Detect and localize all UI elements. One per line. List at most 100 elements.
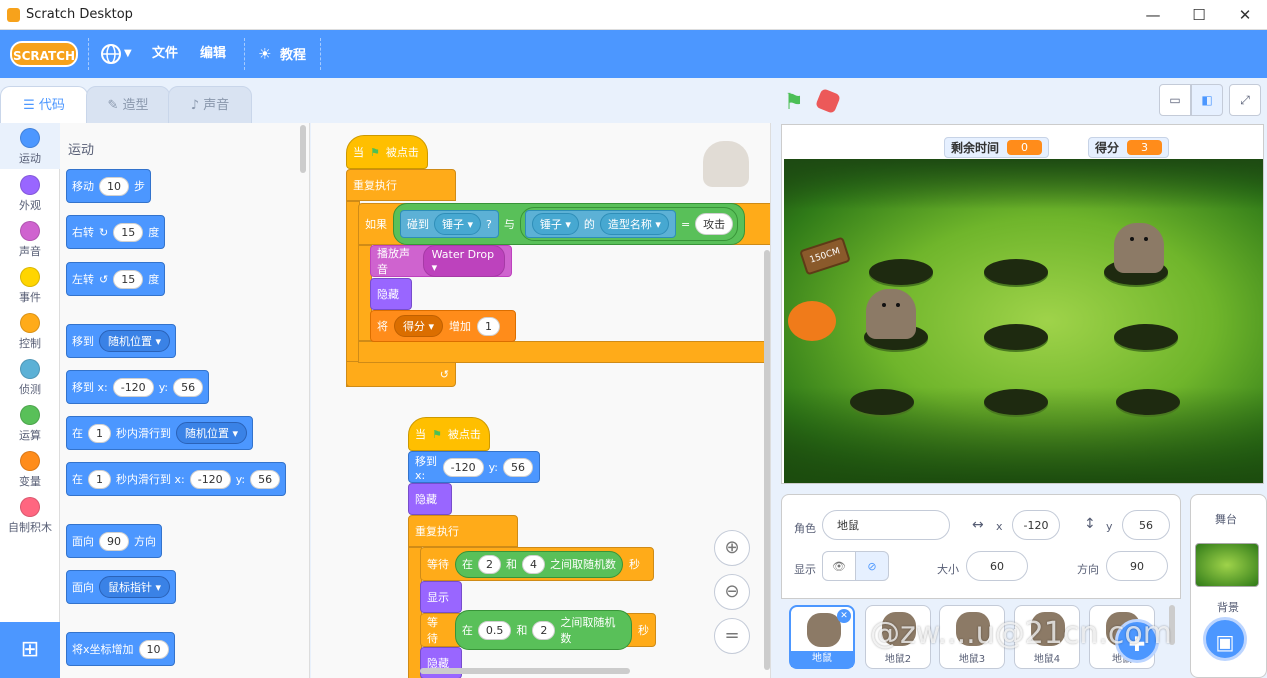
y-input[interactable]: 56 (503, 457, 533, 477)
hide-block[interactable]: 隐藏 (370, 278, 412, 310)
degrees-input[interactable]: 15 (113, 269, 144, 289)
mole-sprite[interactable] (866, 289, 916, 339)
fullscreen-button[interactable]: ⤢ (1229, 84, 1261, 116)
change-variable-block[interactable]: 将得分 ▾ 增加 1 (370, 310, 516, 342)
maximize-button[interactable]: ☐ (1176, 0, 1222, 30)
random-from-input[interactable]: 2 (478, 554, 501, 574)
forever-block-2[interactable]: 重复执行 (408, 515, 518, 547)
category-my-blocks[interactable]: 自制积木 (0, 492, 60, 538)
language-menu[interactable]: ▼ (100, 30, 136, 78)
category-motion[interactable]: 运动 (0, 123, 60, 169)
random-operator-2[interactable]: 在 0.5 和 2 之间取随机数 (454, 610, 632, 650)
and-operator[interactable]: 碰到 锤子 ▾? 与 锤子 ▾ 的造型名称 ▾ = 攻击 (393, 203, 746, 245)
random-operator[interactable]: 在 2 和 4 之间取随机数 (455, 550, 623, 578)
x-input[interactable]: -120 (189, 469, 231, 489)
touching-block[interactable]: 碰到 锤子 ▾? (400, 210, 499, 238)
point-direction-block[interactable]: 面向 90 方向 (66, 524, 162, 558)
x-input[interactable]: -120 (442, 457, 484, 477)
hide-block-2[interactable]: 隐藏 (408, 483, 452, 515)
of-block[interactable]: 锤子 ▾ 的造型名称 ▾ (524, 210, 676, 238)
point-towards-block[interactable]: 面向 鼠标指针 ▾ (66, 570, 177, 604)
scratch-logo[interactable]: SCRATCH (10, 41, 78, 67)
tab-costumes[interactable]: ✎ 造型 (86, 86, 170, 124)
show-hidden-button[interactable]: ⊘ (855, 551, 889, 581)
sprite-name-input[interactable]: 地鼠 (822, 510, 950, 540)
palette-scrollbar[interactable] (300, 125, 306, 173)
when-flag-clicked-hat-2[interactable]: 当 ⚑ 被点击 (408, 417, 490, 451)
direction-input[interactable]: 90 (99, 531, 129, 551)
stage[interactable]: 剩余时间 0 得分 3 150CM (781, 124, 1264, 484)
steps-input[interactable]: 10 (99, 176, 129, 196)
change-x-block[interactable]: 将x坐标增加 10 (66, 632, 175, 666)
equals-operator[interactable]: 锤子 ▾ 的造型名称 ▾ = 攻击 (519, 207, 739, 241)
wait-block-2[interactable]: 等待 在 0.5 和 2 之间取随机数 秒 (420, 610, 656, 650)
zoom-reset-button[interactable]: = (714, 618, 750, 654)
random-to-input[interactable]: 2 (532, 620, 556, 640)
tab-sounds[interactable]: ♪ 声音 (168, 86, 252, 124)
glide-target-dropdown[interactable]: 随机位置 ▾ (176, 422, 248, 444)
code-horizontal-scrollbar[interactable] (420, 668, 630, 674)
show-visible-button[interactable]: 👁 (822, 551, 856, 581)
property-dropdown[interactable]: 造型名称 ▾ (599, 213, 669, 235)
point-target-dropdown[interactable]: 鼠标指针 ▾ (99, 576, 171, 598)
x-input[interactable]: -120 (112, 377, 154, 397)
zoom-in-button[interactable]: ⊕ (714, 530, 750, 566)
add-backdrop-button[interactable]: ▣ (1203, 617, 1247, 661)
direction-input[interactable]: 90 (1106, 551, 1168, 581)
category-sound[interactable]: 声音 (0, 216, 60, 262)
sound-dropdown[interactable]: Water Drop ▾ (422, 245, 505, 277)
delete-sprite-icon[interactable]: ✕ (837, 609, 851, 623)
zoom-out-button[interactable]: ⊖ (714, 574, 750, 610)
tutorials-menu[interactable]: ☀ 教程 (258, 30, 318, 78)
turn-left-block[interactable]: 左转 ↺ 15 度 (66, 262, 166, 296)
x-input[interactable]: -120 (1012, 510, 1060, 540)
seconds-input[interactable]: 1 (88, 469, 111, 489)
mole-sprite[interactable] (1114, 223, 1164, 273)
play-sound-block[interactable]: 播放声音 Water Drop ▾ (370, 245, 512, 277)
green-flag-button[interactable]: ⚑ (784, 90, 804, 115)
degrees-input[interactable]: 15 (113, 222, 144, 242)
x-change-input[interactable]: 10 (138, 639, 169, 659)
goto-block[interactable]: 移到 随机位置 ▾ (66, 324, 177, 358)
stage-selector[interactable]: 舞台 背景 ▣ (1190, 494, 1267, 678)
goto-xy-script-block[interactable]: 移到 x: -120 y: 56 (408, 451, 540, 483)
when-flag-clicked-hat[interactable]: 当 ⚑ 被点击 (346, 135, 428, 169)
add-extension-button[interactable]: ⊞ (0, 622, 60, 678)
size-input[interactable]: 60 (966, 551, 1028, 581)
category-control[interactable]: 控制 (0, 308, 60, 354)
seconds-input[interactable]: 1 (88, 423, 111, 443)
turn-right-block[interactable]: 右转 ↻ 15 度 (66, 215, 166, 249)
glide-xy-block[interactable]: 在 1 秒内滑行到 x: -120 y: 56 (66, 462, 287, 496)
object-dropdown[interactable]: 锤子 ▾ (531, 213, 579, 235)
edit-menu[interactable]: 编辑 (200, 30, 226, 78)
category-sensing[interactable]: 侦测 (0, 354, 60, 400)
close-button[interactable]: ✕ (1222, 0, 1267, 30)
large-stage-button[interactable]: ◧ (1191, 84, 1223, 116)
category-events[interactable]: 事件 (0, 262, 60, 308)
y-input[interactable]: 56 (1122, 510, 1170, 540)
category-looks[interactable]: 外观 (0, 170, 60, 216)
tab-code[interactable]: ☰ 代码 (0, 86, 88, 124)
variable-dropdown[interactable]: 得分 ▾ (394, 315, 444, 337)
category-variables[interactable]: 变量 (0, 446, 60, 492)
small-stage-button[interactable]: ▭ (1159, 84, 1191, 116)
wait-block[interactable]: 等待在 2 和 4 之间取随机数秒 (420, 547, 654, 581)
goto-xy-block[interactable]: 移到 x: -120 y: 56 (66, 370, 210, 404)
glide-block[interactable]: 在 1 秒内滑行到 随机位置 ▾ (66, 416, 254, 450)
show-block[interactable]: 显示 (420, 581, 462, 613)
forever-block[interactable]: 重复执行 (346, 169, 456, 201)
stop-button[interactable] (814, 87, 842, 115)
category-operators[interactable]: 运算 (0, 400, 60, 446)
sprite-tile-selected[interactable]: ✕ 地鼠 (789, 605, 855, 669)
change-by-input[interactable]: 1 (477, 316, 501, 336)
random-to-input[interactable]: 4 (522, 554, 545, 574)
move-steps-block[interactable]: 移动 10 步 (66, 169, 151, 203)
file-menu[interactable]: 文件 (152, 30, 178, 78)
code-vertical-scrollbar[interactable] (764, 250, 770, 670)
y-input[interactable]: 56 (173, 377, 204, 397)
touching-dropdown[interactable]: 锤子 ▾ (434, 213, 482, 235)
if-block[interactable]: 如果 碰到 锤子 ▾? 与 锤子 ▾ 的造型名称 ▾ = 攻击 (358, 203, 770, 245)
goto-target-dropdown[interactable]: 随机位置 ▾ (99, 330, 171, 352)
random-from-input[interactable]: 0.5 (477, 620, 512, 640)
y-input[interactable]: 56 (250, 469, 281, 489)
